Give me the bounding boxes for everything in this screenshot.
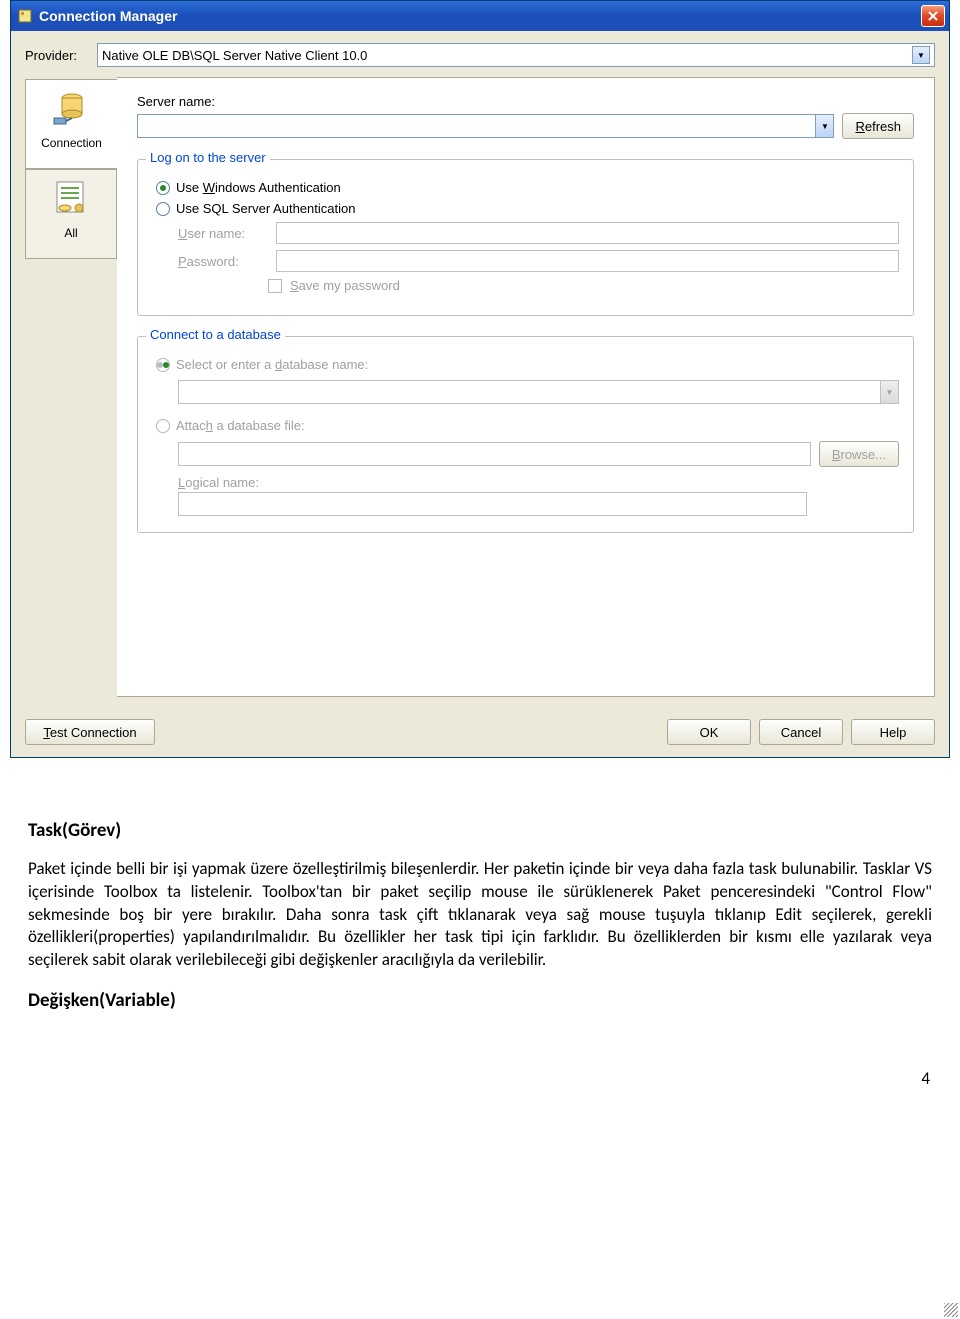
- radio-select-db-label: Select or enter a database name:: [176, 357, 368, 372]
- logical-name-label: Logical name:: [178, 475, 899, 490]
- tab-connection-label: Connection: [41, 136, 102, 150]
- logical-name-input: [178, 492, 807, 516]
- chevron-down-icon[interactable]: ▼: [880, 381, 898, 403]
- tab-connection[interactable]: Connection: [25, 79, 117, 169]
- tab-all[interactable]: All: [25, 169, 117, 259]
- browse-button: Browse...: [819, 441, 899, 467]
- resize-grip-icon[interactable]: [944, 1303, 958, 1317]
- radio-attach-db-label: Attach a database file:: [176, 418, 305, 433]
- connect-db-groupbox: Connect to a database Select or enter a …: [137, 336, 914, 533]
- cancel-button[interactable]: Cancel: [759, 719, 843, 745]
- radio-windows-auth[interactable]: [156, 181, 170, 195]
- server-name-label: Server name:: [137, 94, 914, 109]
- all-tab-icon: [51, 178, 91, 218]
- window-title: Connection Manager: [39, 8, 921, 24]
- tab-all-label: All: [64, 226, 77, 240]
- document-text: Task(Görev) Paket içinde belli bir işi y…: [0, 788, 960, 1068]
- username-input: [276, 222, 899, 244]
- attach-file-input: [178, 442, 811, 466]
- chevron-down-icon[interactable]: ▼: [912, 46, 930, 64]
- server-name-combo[interactable]: ▼: [137, 114, 834, 138]
- radio-attach-db: [156, 419, 170, 433]
- radio-windows-auth-label: Use Windows Authentication: [176, 180, 341, 195]
- radio-select-db: [156, 358, 170, 372]
- refresh-button[interactable]: Refresh: [842, 113, 914, 139]
- help-button[interactable]: Help: [851, 719, 935, 745]
- username-label: User name:: [178, 226, 268, 241]
- radio-sql-auth[interactable]: [156, 202, 170, 216]
- logon-legend: Log on to the server: [146, 150, 270, 165]
- save-password-checkbox: [268, 279, 282, 293]
- page-number: 4: [0, 1068, 960, 1099]
- save-password-label: Save my password: [290, 278, 400, 293]
- heading-variable: Değişken(Variable): [28, 988, 932, 1014]
- ok-button[interactable]: OK: [667, 719, 751, 745]
- provider-label: Provider:: [25, 48, 97, 63]
- test-connection-button[interactable]: Test Connection: [25, 719, 155, 745]
- logon-groupbox: Log on to the server Use Windows Authent…: [137, 159, 914, 316]
- connect-db-legend: Connect to a database: [146, 327, 285, 342]
- connection-panel: Server name: ▼ Refresh Log on to the: [117, 77, 935, 697]
- dialog-footer: Test Connection OK Cancel Help: [11, 705, 949, 757]
- connection-manager-dialog: Connection Manager Provider: Native OLE …: [10, 0, 950, 758]
- titlebar: Connection Manager: [11, 1, 949, 31]
- app-icon: [17, 8, 33, 24]
- close-button[interactable]: [921, 5, 945, 27]
- database-name-combo[interactable]: ▼: [178, 380, 899, 404]
- password-input: [276, 250, 899, 272]
- radio-sql-auth-label: Use SQL Server Authentication: [176, 201, 355, 216]
- paragraph-task: Paket içinde belli bir işi yapmak üzere …: [28, 858, 932, 973]
- side-tabs: Connection: [25, 77, 117, 697]
- provider-value: Native OLE DB\SQL Server Native Client 1…: [102, 48, 912, 63]
- chevron-down-icon[interactable]: ▼: [815, 115, 833, 137]
- connection-tab-icon: [52, 88, 92, 128]
- password-label: Password:: [178, 254, 268, 269]
- provider-combo[interactable]: Native OLE DB\SQL Server Native Client 1…: [97, 43, 935, 67]
- heading-task: Task(Görev): [28, 818, 932, 844]
